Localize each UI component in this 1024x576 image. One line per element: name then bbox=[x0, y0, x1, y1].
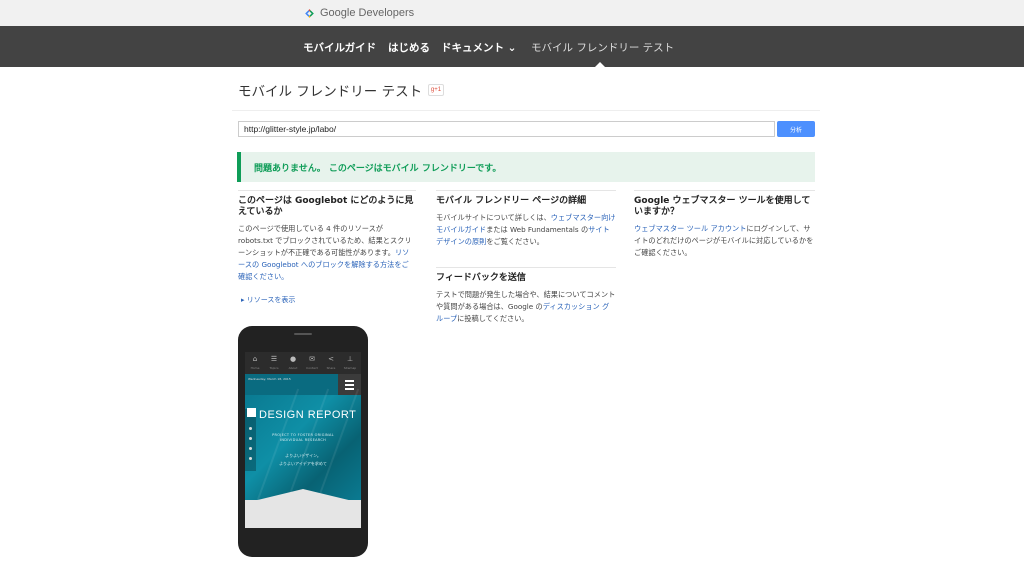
nav-mobile-guide[interactable]: モバイルガイド bbox=[303, 40, 376, 55]
details-text: モバイルサイトについて詳しくは、 bbox=[436, 213, 551, 222]
top-bar: Google Developers bbox=[0, 0, 1024, 26]
googlebot-body: このページで使用している 4 件のリソースが robots.txt でブロックさ… bbox=[238, 223, 414, 283]
feedback-heading: フィードバックを送信 bbox=[436, 273, 526, 283]
tab-label: About bbox=[288, 366, 298, 370]
google-developers-logo[interactable]: Google Developers bbox=[303, 5, 414, 21]
nav-getting-started[interactable]: はじめる bbox=[388, 40, 430, 55]
column-divider bbox=[436, 190, 616, 191]
details-text: をご覧ください。 bbox=[486, 237, 544, 246]
column-divider bbox=[238, 190, 416, 191]
googlebot-view-section: このページは Googlebot にどのように見えているか このページで使用して… bbox=[238, 196, 414, 283]
tab-label: Home bbox=[250, 366, 260, 370]
googlebot-heading: このページは Googlebot にどのように見えているか bbox=[238, 196, 414, 217]
site-subtitle: INDIVIDUAL RESEARCH bbox=[279, 438, 327, 442]
about-icon: ● bbox=[289, 355, 297, 363]
contact-icon: ✉ bbox=[309, 355, 315, 363]
webmaster-tools-section: Google ウェブマスター ツールを使用していますか？ ウェブマスター ツール… bbox=[634, 196, 814, 259]
column-divider bbox=[634, 190, 815, 191]
tab-label: Topics bbox=[269, 366, 279, 370]
analyze-button[interactable]: 分析 bbox=[777, 121, 815, 137]
column-divider bbox=[436, 267, 616, 268]
googlebot-text: このページで使用している 4 件のリソースが robots.txt でブロックさ… bbox=[238, 224, 412, 257]
site-subtitle: PROJECT TO FOSTER ORIGINAL bbox=[272, 433, 334, 437]
result-message: 問題ありません。 このページはモバイル フレンドリーです。 bbox=[254, 163, 502, 174]
nav-documents[interactable]: ドキュメント ⌄ bbox=[441, 40, 516, 55]
home-icon: ⌂ bbox=[252, 355, 258, 363]
main-nav: モバイルガイド はじめる ドキュメント ⌄ モバイル フレンドリー テスト bbox=[0, 26, 1024, 67]
phone-screenshot: ⌂ Home ☰ Topics ● About ✉ Contact < Share ⊥ Si… bbox=[245, 352, 361, 528]
google-developers-icon bbox=[305, 8, 314, 18]
site-logo bbox=[247, 408, 256, 417]
divider bbox=[232, 110, 820, 111]
active-nav-indicator bbox=[595, 62, 605, 67]
page-title: モバイル フレンドリー テスト bbox=[238, 84, 423, 100]
site-title: DESIGN REPORT bbox=[259, 409, 357, 421]
tab-label: Sitemap bbox=[343, 366, 357, 370]
phone-speaker bbox=[294, 333, 312, 335]
sitemap-icon: ⊥ bbox=[346, 355, 354, 363]
share-icon: < bbox=[328, 355, 334, 363]
feedback-text: に投稿してください。 bbox=[457, 314, 529, 323]
webmaster-tools-body: ウェブマスター ツール アカウントにログインして、サイトのどれだけのページがモバ… bbox=[634, 223, 814, 259]
show-resources-link[interactable]: ▸ リソースを表示 bbox=[241, 295, 295, 305]
details-heading: モバイル フレンドリー ページの詳細 bbox=[436, 196, 587, 206]
feedback-body: テストで問題が発生した場合や、結果についてコメントや質問がある場合は、Googl… bbox=[436, 289, 616, 325]
tab-label: Contact bbox=[306, 366, 318, 370]
details-text: または Web Fundamentals の bbox=[486, 225, 589, 234]
site-tagline: よりよいデザイン。 bbox=[285, 453, 321, 458]
feedback-section: フィードバックを送信 テストで問題が発生した場合や、結果についてコメントや質問が… bbox=[436, 273, 616, 325]
brand-name: Google Developers bbox=[320, 7, 415, 19]
site-toolbar: ⌂ Home ☰ Topics ● About ✉ Contact < Share ⊥ Si… bbox=[245, 352, 361, 374]
topics-icon: ☰ bbox=[270, 355, 278, 363]
webmaster-tools-account-link[interactable]: ウェブマスター ツール アカウント bbox=[634, 224, 746, 233]
site-date: Wednesday, March 18, 2015 bbox=[248, 377, 291, 381]
site-tagline: よりよいアイデアを求めて bbox=[279, 461, 327, 466]
details-section: モバイル フレンドリー ページの詳細 モバイルサイトについて詳しくは、ウェブマス… bbox=[436, 196, 616, 248]
webmaster-tools-heading: Google ウェブマスター ツールを使用していますか？ bbox=[634, 196, 811, 217]
url-input[interactable] bbox=[238, 121, 775, 137]
details-body: モバイルサイトについて詳しくは、ウェブマスター向けモバイルガイドまたは Web … bbox=[436, 212, 616, 248]
result-banner: 問題ありません。 このページはモバイル フレンドリーです。 bbox=[237, 152, 815, 182]
site-footer bbox=[245, 500, 361, 528]
nav-mobile-friendly-test[interactable]: モバイル フレンドリー テスト bbox=[531, 40, 674, 55]
gplus-button[interactable]: g+1 bbox=[428, 84, 444, 96]
tab-label: Share bbox=[326, 366, 336, 370]
